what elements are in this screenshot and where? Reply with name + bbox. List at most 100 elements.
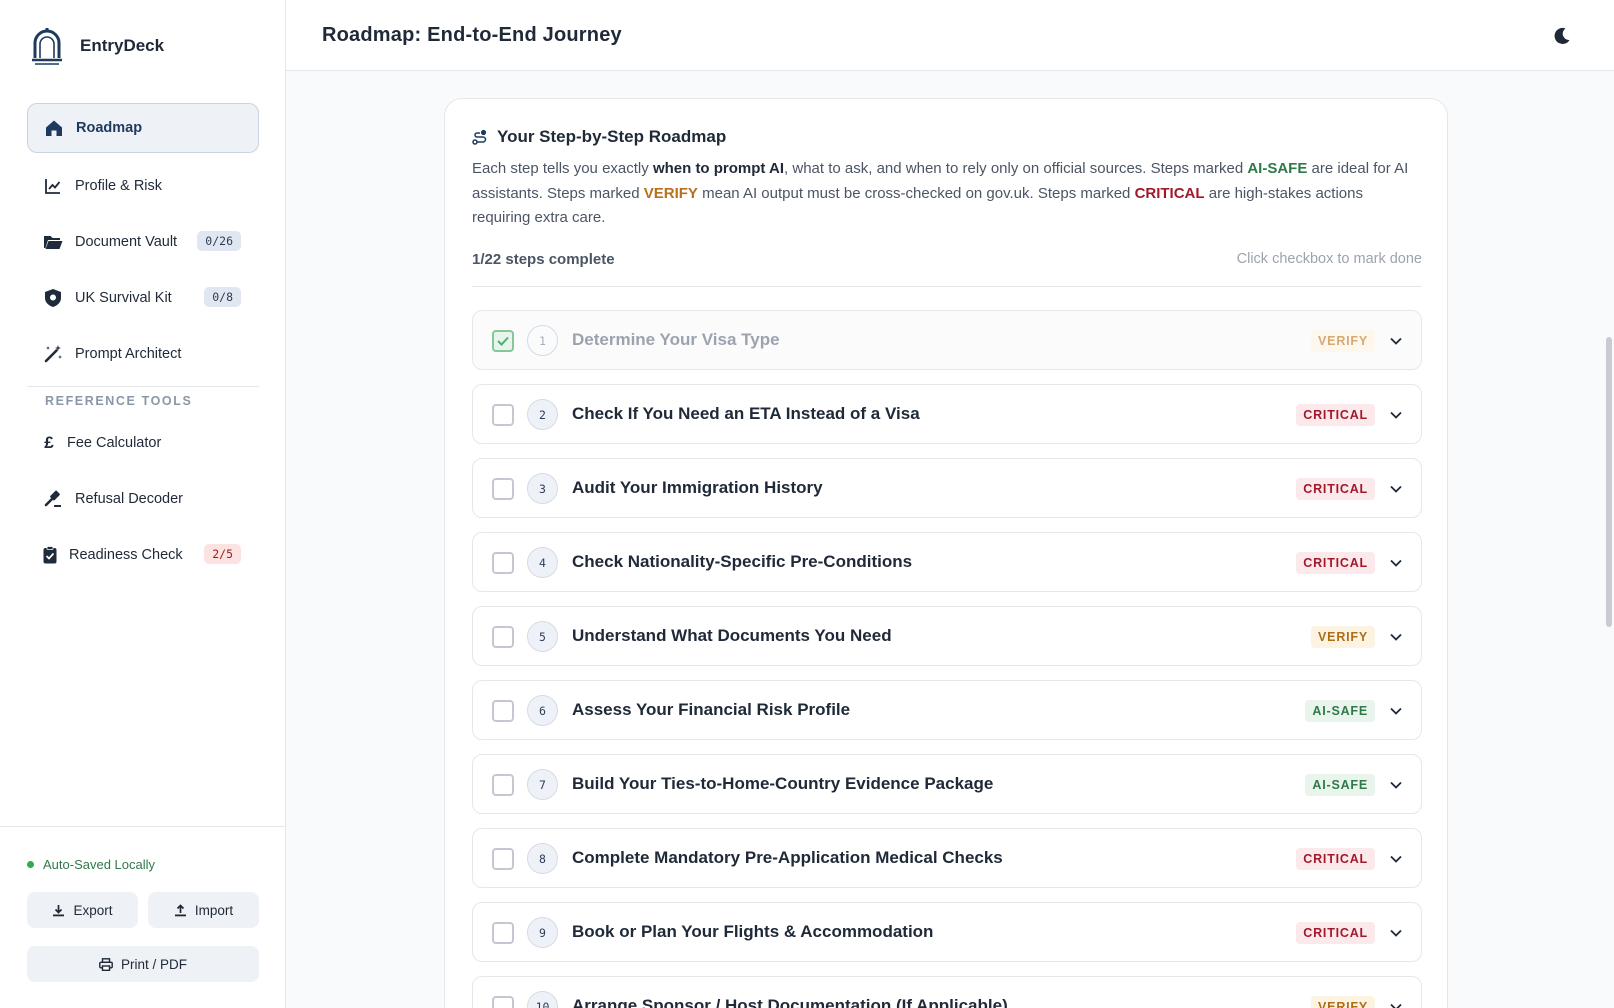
step-tag-badge: VERIFY (1311, 996, 1375, 1008)
step-title: Assess Your Financial Risk Profile (572, 700, 851, 719)
step-row[interactable]: 5 Understand What Documents You Need VERIF… (472, 606, 1422, 666)
step-title: Arrange Sponsor / Host Documentation (If… (572, 996, 1008, 1008)
bell-logo-icon (32, 28, 62, 65)
step-tag-badge: CRITICAL (1296, 848, 1375, 870)
export-button[interactable]: Export (27, 892, 138, 928)
sidebar-item-label: Prompt Architect (75, 346, 182, 362)
step-checkbox[interactable] (492, 330, 514, 352)
card-description: Each step tells you exactly when to prom… (472, 157, 1422, 231)
pound-sign-icon: £ (44, 433, 54, 452)
printer-icon (99, 957, 113, 971)
chart-line-icon (43, 176, 63, 196)
import-button[interactable]: Import (148, 892, 259, 928)
chevron-down-icon[interactable] (1387, 776, 1405, 794)
progress-count: 1/22 steps complete (472, 251, 615, 268)
main-content: Your Step-by-Step Roadmap Each step tell… (286, 71, 1614, 1008)
scrollbar[interactable] (1604, 71, 1614, 1008)
step-number: 10 (527, 991, 558, 1008)
chevron-down-icon[interactable] (1387, 998, 1405, 1008)
step-checkbox[interactable] (492, 774, 514, 796)
download-icon (53, 904, 65, 916)
step-number: 6 (527, 695, 558, 726)
export-label: Export (73, 902, 113, 918)
step-title: Audit Your Immigration History (572, 478, 823, 497)
clipboard-check-icon (43, 545, 57, 565)
chevron-down-icon[interactable] (1387, 924, 1405, 942)
critical-legend: CRITICAL (1134, 184, 1205, 202)
sidebar-item-readiness-check[interactable]: Readiness Check 2/5 (27, 530, 259, 580)
magic-wand-icon (43, 344, 63, 364)
sidebar-item-roadmap[interactable]: Roadmap (27, 103, 259, 153)
status-dot (27, 861, 34, 868)
sidebar-item-fee-calculator[interactable]: £ Fee Calculator (27, 418, 259, 468)
print-pdf-button[interactable]: Print / PDF (27, 946, 259, 982)
desc-bold: when to prompt AI (652, 160, 785, 177)
step-checkbox[interactable] (492, 700, 514, 722)
step-row[interactable]: 9 Book or Plan Your Flights & Accommodati… (472, 902, 1422, 962)
chevron-down-icon[interactable] (1387, 702, 1405, 720)
chevron-down-icon[interactable] (1387, 628, 1405, 646)
sidebar-item-profile-risk[interactable]: Profile & Risk (27, 161, 259, 211)
home-icon (44, 118, 64, 138)
step-row[interactable]: 6 Assess Your Financial Risk Profile AI-SA… (472, 680, 1422, 740)
card-title: Your Step-by-Step Roadmap (472, 127, 726, 147)
sidebar-item-label: Readiness Check (69, 547, 183, 563)
chevron-down-icon[interactable] (1387, 480, 1405, 498)
sidebar: EntryDeck Roadmap Profile & Risk Documen… (0, 0, 286, 1008)
progress-hint: Click checkbox to mark done (1236, 251, 1422, 267)
check-icon (497, 336, 509, 346)
step-row[interactable]: 2 Check If You Need an ETA Instead of a V… (472, 384, 1422, 444)
count-badge: 2/5 (204, 544, 241, 564)
step-title: Build Your Ties-to-Home-Country Evidence… (572, 774, 994, 793)
step-checkbox[interactable] (492, 478, 514, 500)
sidebar-item-label: Refusal Decoder (75, 491, 183, 507)
step-checkbox[interactable] (492, 848, 514, 870)
gavel-icon (43, 489, 63, 509)
step-tag-badge: CRITICAL (1296, 404, 1375, 426)
count-badge: 0/26 (197, 231, 241, 251)
step-row[interactable]: 1 Determine Your Visa Type VERIFY (472, 310, 1422, 370)
sidebar-item-label: UK Survival Kit (75, 290, 172, 306)
step-checkbox[interactable] (492, 922, 514, 944)
step-row[interactable]: 8 Complete Mandatory Pre-Application Medi… (472, 828, 1422, 888)
step-tag-badge: AI-SAFE (1305, 700, 1375, 722)
step-row[interactable]: 3 Audit Your Immigration History CRITICAL (472, 458, 1422, 518)
step-title: Complete Mandatory Pre-Application Medic… (572, 848, 1003, 867)
desc-text: mean AI output must be cross-checked on … (697, 184, 1135, 202)
step-tag-badge: CRITICAL (1296, 552, 1375, 574)
step-number: 5 (527, 621, 558, 652)
sidebar-item-prompt-architect[interactable]: Prompt Architect (27, 329, 259, 379)
step-tag-badge: AI-SAFE (1305, 774, 1375, 796)
page-title: Roadmap: End-to-End Journey (322, 24, 622, 46)
step-row[interactable]: 7 Build Your Ties-to-Home-Country Evidenc… (472, 754, 1422, 814)
step-title: Check Nationality-Specific Pre-Condition… (572, 552, 913, 571)
top-header: Roadmap: End-to-End Journey (286, 0, 1614, 71)
chevron-down-icon[interactable] (1387, 332, 1405, 350)
scrollbar-thumb[interactable] (1606, 337, 1612, 627)
step-row[interactable]: 4 Check Nationality-Specific Pre-Conditio… (472, 532, 1422, 592)
folder-icon (43, 232, 63, 252)
step-row[interactable]: 10 Arrange Sponsor / Host Documentation (… (472, 976, 1422, 1008)
brand[interactable]: EntryDeck (30, 26, 164, 66)
step-title: Check If You Need an ETA Instead of a Vi… (572, 404, 920, 423)
chevron-down-icon[interactable] (1387, 406, 1405, 424)
step-checkbox[interactable] (492, 404, 514, 426)
sidebar-item-label: Roadmap (76, 120, 143, 136)
step-checkbox[interactable] (492, 996, 514, 1008)
sidebar-item-document-vault[interactable]: Document Vault 0/26 (27, 217, 259, 267)
step-checkbox[interactable] (492, 626, 514, 648)
sidebar-item-label: Fee Calculator (67, 435, 162, 451)
roadmap-card: Your Step-by-Step Roadmap Each step tell… (444, 98, 1448, 1008)
sidebar-divider (27, 386, 259, 387)
chevron-down-icon[interactable] (1387, 554, 1405, 572)
progress-row: 1/22 steps complete Click checkbox to ma… (472, 251, 1422, 287)
card-title-text: Your Step-by-Step Roadmap (497, 127, 727, 146)
sidebar-footer: Auto-Saved Locally Export Import Print /… (0, 826, 286, 1008)
step-tag-badge: CRITICAL (1296, 478, 1375, 500)
sidebar-item-refusal-decoder[interactable]: Refusal Decoder (27, 474, 259, 524)
sidebar-item-uk-survival-kit[interactable]: UK Survival Kit 0/8 (27, 273, 259, 323)
step-number: 3 (527, 473, 558, 504)
step-checkbox[interactable] (492, 552, 514, 574)
moon-icon[interactable] (1552, 26, 1572, 46)
chevron-down-icon[interactable] (1387, 850, 1405, 868)
